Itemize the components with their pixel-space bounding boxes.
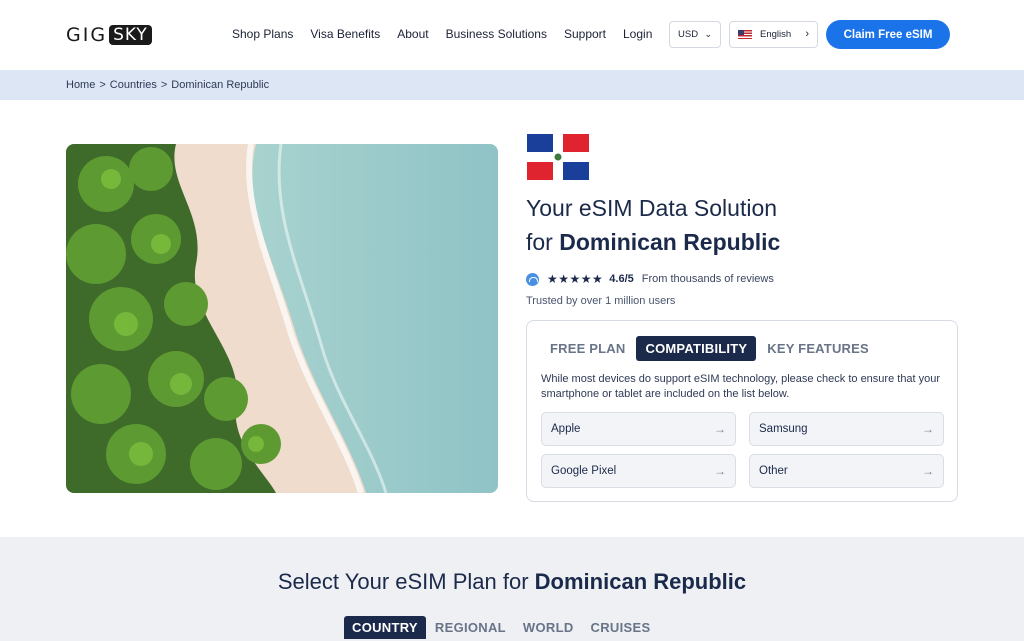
plan-tabs: COUNTRY REGIONAL WORLD CRUISES — [344, 616, 659, 639]
logo-text-sky: SKY — [109, 25, 152, 45]
language-select[interactable]: English › — [729, 21, 818, 48]
currency-select[interactable]: USD ⌄ — [669, 21, 721, 48]
device-label: Samsung — [759, 423, 808, 435]
claim-free-esim-button[interactable]: Claim Free eSIM — [826, 20, 950, 49]
rating-reviews: From thousands of reviews — [641, 273, 774, 285]
chevron-right-icon: › — [805, 28, 809, 40]
nav-shop-plans[interactable]: Shop Plans — [232, 27, 293, 41]
beach-hero-image — [66, 144, 498, 493]
rating-row: ★★★★★ 4.6/5 From thousands of reviews — [526, 272, 774, 286]
hero-title-country: Dominican Republic — [559, 229, 781, 255]
gigsky-logo[interactable]: GIG SKY — [66, 24, 176, 46]
breadcrumb-countries[interactable]: Countries — [110, 79, 157, 91]
hero-title-prefix: for — [526, 229, 560, 255]
device-label: Google Pixel — [551, 465, 617, 477]
rating-score: 4.6/5 — [609, 273, 634, 285]
arrow-right-icon: → — [922, 464, 934, 478]
plan-section-title: Select Your eSIM Plan for Dominican Repu… — [0, 569, 1024, 595]
breadcrumb-bar: Home > Countries > Dominican Republic — [0, 70, 1024, 100]
plan-title-prefix: Select Your eSIM Plan for — [277, 569, 535, 594]
review-badge-icon — [526, 272, 539, 286]
nav-about[interactable]: About — [397, 27, 428, 41]
device-label: Apple — [551, 423, 581, 435]
nav-business-solutions[interactable]: Business Solutions — [446, 27, 547, 41]
dominican-republic-flag — [527, 134, 589, 180]
nav-login[interactable]: Login — [623, 27, 652, 41]
info-card: FREE PLAN COMPATIBILITY KEY FEATURES Whi… — [526, 320, 958, 502]
us-flag-icon — [738, 30, 752, 39]
language-value: English — [760, 29, 792, 40]
breadcrumb-current: Dominican Republic — [171, 79, 270, 91]
device-other-button[interactable]: Other → — [749, 454, 944, 488]
star-rating-icon: ★★★★★ — [547, 272, 604, 286]
trusted-text: Trusted by over 1 million users — [526, 295, 676, 307]
plan-title-country: Dominican Republic — [534, 569, 747, 594]
arrow-right-icon: → — [714, 422, 726, 436]
tab-country[interactable]: COUNTRY — [344, 616, 426, 639]
tab-free-plan[interactable]: FREE PLAN — [541, 336, 634, 361]
tab-cruises[interactable]: CRUISES — [583, 616, 659, 639]
currency-value: USD — [678, 29, 699, 40]
device-label: Other — [759, 465, 788, 477]
arrow-right-icon: → — [714, 464, 726, 478]
compatibility-description: While most devices do support eSIM techn… — [541, 373, 941, 400]
arrow-right-icon: → — [922, 422, 934, 436]
tab-key-features[interactable]: KEY FEATURES — [758, 336, 878, 361]
tab-regional[interactable]: REGIONAL — [427, 616, 514, 639]
card-tabs: FREE PLAN COMPATIBILITY KEY FEATURES — [541, 336, 880, 361]
breadcrumb-home[interactable]: Home — [66, 79, 95, 91]
chevron-down-icon: ⌄ — [704, 29, 712, 39]
nav-support[interactable]: Support — [564, 27, 606, 41]
breadcrumb-separator: > — [99, 79, 106, 91]
tab-world[interactable]: WORLD — [515, 616, 582, 639]
logo-text-gig: GIG — [66, 24, 108, 46]
device-google-pixel-button[interactable]: Google Pixel → — [541, 454, 736, 488]
tab-compatibility[interactable]: COMPATIBILITY — [636, 336, 757, 361]
breadcrumb: Home > Countries > Dominican Republic — [66, 79, 269, 91]
main-nav: Shop Plans Visa Benefits About Business … — [232, 27, 669, 41]
hero-title-line2: for Dominican Republic — [526, 229, 780, 256]
nav-visa-benefits[interactable]: Visa Benefits — [310, 27, 380, 41]
breadcrumb-separator: > — [160, 79, 168, 91]
device-samsung-button[interactable]: Samsung → — [749, 412, 944, 446]
site-header: GIG SKY Shop Plans Visa Benefits About B… — [0, 0, 1024, 70]
beach-illustration — [66, 144, 498, 493]
device-apple-button[interactable]: Apple → — [541, 412, 736, 446]
dominican-republic-flag-graphic — [527, 134, 589, 180]
hero-title-line1: Your eSIM Data Solution — [526, 195, 778, 221]
